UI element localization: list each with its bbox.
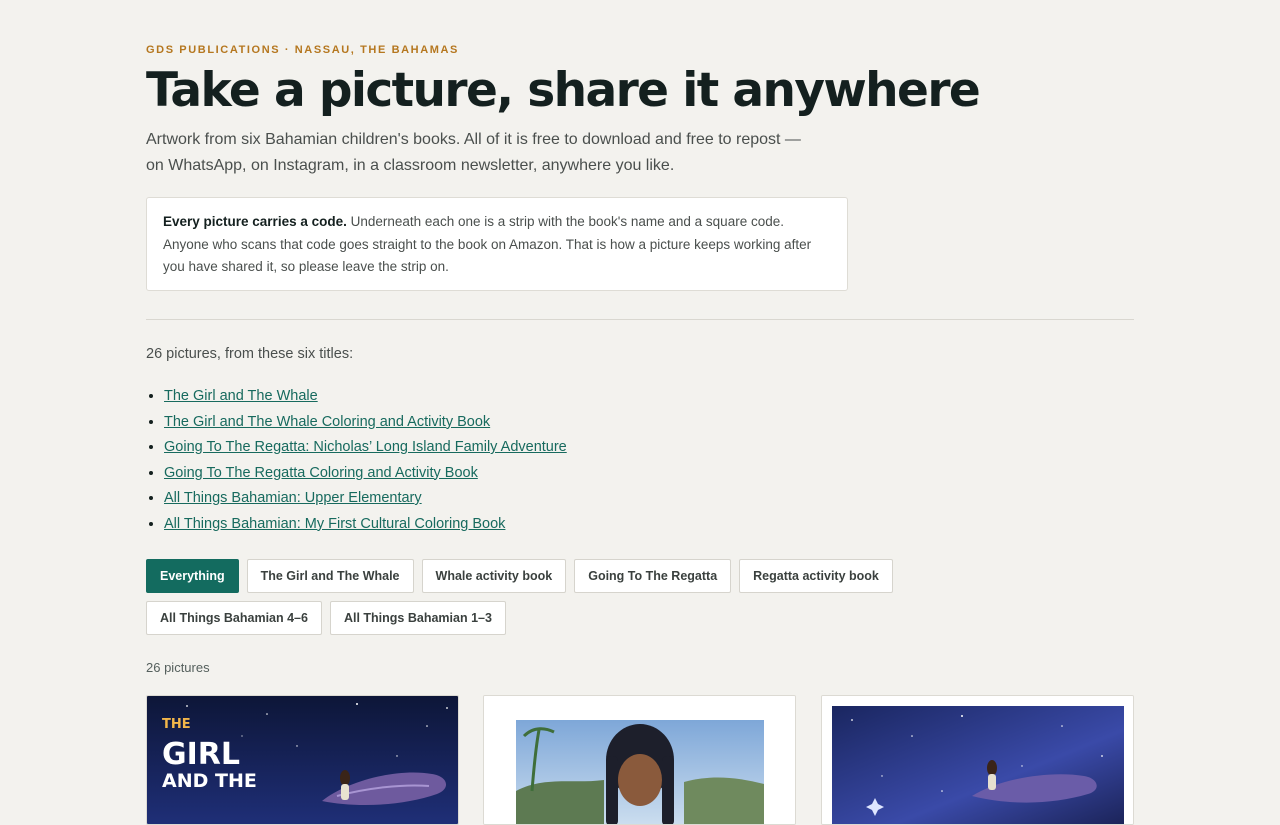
filter-bahamian-1-3[interactable]: All Things Bahamian 1–3: [329, 601, 506, 635]
night-sky-image: [822, 696, 1133, 824]
section-divider: [146, 319, 1134, 320]
filter-regatta[interactable]: Going To The Regatta: [574, 559, 732, 593]
book-link-bahamian-first[interactable]: All Things Bahamian: My First Cultural C…: [164, 516, 505, 532]
code-notice: Every picture carries a code. Underneath…: [146, 197, 848, 291]
portrait-image: [484, 696, 795, 824]
list-item: The Girl and The Whale: [164, 384, 567, 410]
filter-girl-whale[interactable]: The Girl and The Whale: [246, 559, 414, 593]
list-item: All Things Bahamian: My First Cultural C…: [164, 512, 567, 538]
book-link-regatta[interactable]: Going To The Regatta: Nicholas’ Long Isl…: [164, 439, 567, 455]
filter-regatta-activity[interactable]: Regatta activity book: [739, 559, 893, 593]
picture-card[interactable]: [483, 695, 796, 825]
page-intro: Artwork from six Bahamian children's boo…: [146, 131, 801, 174]
list-item: Going To The Regatta: Nicholas’ Long Isl…: [164, 435, 567, 461]
code-notice-lead: Every picture carries a code.: [163, 214, 347, 229]
list-item: All Things Bahamian: Upper Elementary: [164, 486, 567, 512]
picture-card[interactable]: [821, 695, 1134, 825]
filter-whale-activity[interactable]: Whale activity book: [421, 559, 567, 593]
cover-line-3: AND THE: [162, 770, 257, 792]
book-link-girl-whale[interactable]: The Girl and The Whale: [164, 388, 318, 404]
book-link-regatta-activity[interactable]: Going To The Regatta Coloring and Activi…: [164, 465, 478, 481]
cover-image: THE GIRL AND THE: [147, 696, 458, 824]
picture-card[interactable]: THE GIRL AND THE: [146, 695, 459, 825]
page-title: Take a picture, share it anywhere: [146, 63, 981, 118]
book-link-bahamian-upper[interactable]: All Things Bahamian: Upper Elementary: [164, 490, 422, 506]
list-item: Going To The Regatta Coloring and Activi…: [164, 461, 567, 487]
filter-bar: Everything The Girl and The Whale Whale …: [146, 559, 1046, 635]
cover-line-2: GIRL: [162, 737, 240, 772]
book-title-list: The Girl and The Whale The Girl and The …: [146, 384, 567, 537]
list-item: The Girl and The Whale Coloring and Acti…: [164, 410, 567, 436]
filter-bahamian-4-6[interactable]: All Things Bahamian 4–6: [146, 601, 322, 635]
publisher-eyebrow: GDS PUBLICATIONS · NASSAU, THE BAHAMAS: [146, 44, 459, 56]
filter-everything[interactable]: Everything: [146, 559, 239, 593]
cover-line-1: THE: [162, 717, 191, 732]
picture-count: 26 pictures: [146, 660, 210, 675]
titles-intro: 26 pictures, from these six titles:: [146, 346, 354, 362]
book-link-whale-activity[interactable]: The Girl and The Whale Coloring and Acti…: [164, 414, 490, 430]
picture-grid: THE GIRL AND THE: [146, 695, 1134, 825]
